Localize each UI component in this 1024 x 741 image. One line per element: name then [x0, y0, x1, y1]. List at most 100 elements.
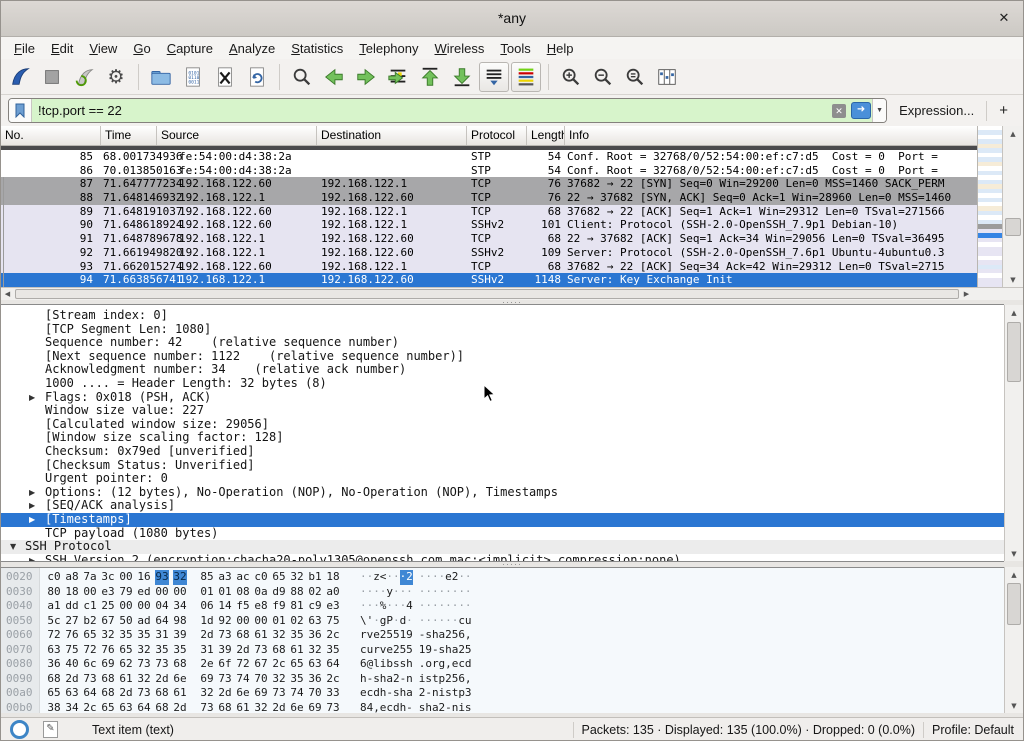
hscrollbar-thumb[interactable]	[15, 289, 959, 299]
detail-line[interactable]: TCP payload (1080 bytes)	[1, 527, 1004, 541]
start-capture-button[interactable]	[5, 62, 35, 92]
menu-capture[interactable]: Capture	[159, 40, 221, 57]
packet-list-vscrollbar[interactable]: ▲ ▼	[1002, 126, 1023, 287]
reload-file-button[interactable]	[242, 62, 272, 92]
restart-capture-button[interactable]	[69, 62, 99, 92]
hex-row-0040[interactable]: 0040a1ddc125000004340614f5e8f981c9e3···%…	[1, 599, 1004, 614]
filter-apply-button[interactable]: ➜	[850, 99, 872, 122]
expander-closed-icon[interactable]: ▶	[29, 499, 35, 513]
colorize-toggle[interactable]	[511, 62, 541, 92]
zoom-reset-button[interactable]	[620, 62, 650, 92]
expander-closed-icon[interactable]: ▶	[29, 391, 35, 405]
column-header-time[interactable]: Time	[101, 126, 157, 145]
expert-info-icon[interactable]	[10, 720, 29, 739]
scroll-up-icon[interactable]: ▲	[1005, 305, 1023, 320]
stop-capture-button[interactable]	[37, 62, 67, 92]
filter-history-dropdown[interactable]: ▼	[872, 99, 886, 122]
save-file-button[interactable]: 010101100011	[178, 62, 208, 92]
packet-row-91[interactable]: 9171.648789678192.168.122.1192.168.122.6…	[1, 232, 977, 246]
packet-row-90[interactable]: 9071.648618924192.168.122.60192.168.122.…	[1, 218, 977, 232]
expander-open-icon[interactable]: ▼	[10, 540, 16, 554]
column-header-info[interactable]: Info	[565, 126, 977, 145]
detail-line[interactable]: [Next sequence number: 1122 (relative se…	[1, 350, 1004, 364]
open-file-button[interactable]	[146, 62, 176, 92]
add-filter-button[interactable]: +	[995, 102, 1016, 119]
scroll-up-icon[interactable]: ▲	[1005, 567, 1023, 582]
detail-line[interactable]: 1000 .... = Header Length: 32 bytes (8)	[1, 377, 1004, 391]
column-header-length[interactable]: Length	[527, 126, 565, 145]
column-header-source[interactable]: Source	[157, 126, 317, 145]
packet-row-89[interactable]: 8971.648191037192.168.122.60192.168.122.…	[1, 205, 977, 219]
scrollbar-thumb[interactable]	[1005, 218, 1021, 236]
detail-line[interactable]: Urgent pointer: 0	[1, 472, 1004, 486]
detail-line[interactable]: Acknowledgment number: 34 (relative ack …	[1, 363, 1004, 377]
go-bottom-button[interactable]	[447, 62, 477, 92]
expander-closed-icon[interactable]: ▶	[29, 513, 35, 527]
hex-row-0070[interactable]: 0070637572766532353531392d7368613235curv…	[1, 643, 1004, 658]
detail-line[interactable]: ▼SSH Protocol	[1, 540, 1004, 554]
packet-row-94[interactable]: 9471.663856741192.168.122.1192.168.122.6…	[1, 273, 977, 287]
auto-scroll-toggle[interactable]	[479, 62, 509, 92]
go-back-button[interactable]	[319, 62, 349, 92]
filter-bookmark-button[interactable]	[9, 99, 32, 122]
title-bar[interactable]: *any ✕	[0, 0, 1024, 37]
filter-clear-button[interactable]: ✕	[828, 99, 850, 122]
go-to-packet-button[interactable]	[383, 62, 413, 92]
hex-row-0080[interactable]: 008036406c69627373682e6f72672c6563646@li…	[1, 657, 1004, 672]
detail-line[interactable]: ▶Flags: 0x018 (PSH, ACK)	[1, 391, 1004, 405]
capture-options-button[interactable]: ⚙	[101, 62, 131, 92]
menu-statistics[interactable]: Statistics	[283, 40, 351, 57]
detail-line[interactable]: ▶Options: (12 bytes), No-Operation (NOP)…	[1, 486, 1004, 500]
menu-tools[interactable]: Tools	[492, 40, 538, 57]
detail-line[interactable]: ▶[SEQ/ACK analysis]	[1, 499, 1004, 513]
detail-line[interactable]: Sequence number: 42 (relative sequence n…	[1, 336, 1004, 350]
hex-row-00b0[interactable]: 00b038342c656364682d736861322d6e697384,e…	[1, 701, 1004, 714]
expression-button[interactable]: Expression...	[895, 103, 978, 118]
zoom-out-button[interactable]	[588, 62, 618, 92]
packet-row-85[interactable]: 8568.001734936fe:54:00:d4:38:2aSTP54Conf…	[1, 150, 977, 164]
scroll-left-icon[interactable]: ◀	[1, 290, 14, 298]
scrollbar-thumb[interactable]	[1007, 322, 1021, 382]
scroll-down-icon[interactable]: ▼	[1005, 546, 1023, 561]
menu-go[interactable]: Go	[125, 40, 158, 57]
hex-vscrollbar[interactable]: ▲ ▼	[1004, 567, 1023, 713]
expander-closed-icon[interactable]: ▶	[29, 554, 35, 562]
packet-row-86[interactable]: 8670.013850163fe:54:00:d4:38:2aSTP54Conf…	[1, 164, 977, 178]
detail-line[interactable]: [TCP Segment Len: 1080]	[1, 323, 1004, 337]
menu-edit[interactable]: Edit	[43, 40, 81, 57]
column-header-no[interactable]: No.	[1, 126, 101, 145]
scroll-up-icon[interactable]: ▲	[1003, 126, 1023, 141]
go-forward-button[interactable]	[351, 62, 381, 92]
menu-telephony[interactable]: Telephony	[351, 40, 426, 57]
menu-analyze[interactable]: Analyze	[221, 40, 283, 57]
detail-line[interactable]: Window size value: 227	[1, 404, 1004, 418]
resize-columns-button[interactable]	[652, 62, 682, 92]
detail-line[interactable]: Checksum: 0x79ed [unverified]	[1, 445, 1004, 459]
detail-vscrollbar[interactable]: ▲ ▼	[1004, 305, 1023, 561]
hex-row-0030[interactable]: 0030801800e379ed00000101080ad98802a0····…	[1, 585, 1004, 600]
zoom-in-button[interactable]	[556, 62, 586, 92]
detail-line[interactable]: [Calculated window size: 29056]	[1, 418, 1004, 432]
scrollbar-thumb[interactable]	[1007, 583, 1021, 625]
hex-row-00a0[interactable]: 00a0656364682d736861322d6e6973747033ecdh…	[1, 686, 1004, 701]
menu-file[interactable]: File	[6, 40, 43, 57]
packet-row-87[interactable]: 8771.647777234192.168.122.60192.168.122.…	[1, 177, 977, 191]
menu-wireless[interactable]: Wireless	[427, 40, 493, 57]
hex-row-0050[interactable]: 00505c27b26750ad64981d92000001026375\'·g…	[1, 614, 1004, 629]
packet-row-92[interactable]: 9271.661949820192.168.122.1192.168.122.6…	[1, 246, 977, 260]
find-packet-button[interactable]	[287, 62, 317, 92]
packet-row-93[interactable]: 9371.662015274192.168.122.60192.168.122.…	[1, 260, 977, 274]
detail-line[interactable]: [Stream index: 0]	[1, 309, 1004, 323]
detail-line[interactable]: [Window size scaling factor: 128]	[1, 431, 1004, 445]
menu-view[interactable]: View	[81, 40, 125, 57]
detail-line[interactable]: ▶[Timestamps]	[1, 513, 1004, 527]
go-top-button[interactable]	[415, 62, 445, 92]
scroll-down-icon[interactable]: ▼	[1005, 698, 1023, 713]
menu-help[interactable]: Help	[539, 40, 582, 57]
close-file-button[interactable]	[210, 62, 240, 92]
hex-row-0060[interactable]: 006072766532353531392d7368613235362crve2…	[1, 628, 1004, 643]
hex-row-0020[interactable]: 0020c0a87a3c0016933285a3acc06532b118··z<…	[1, 570, 1004, 585]
expander-closed-icon[interactable]: ▶	[29, 486, 35, 500]
display-filter-input[interactable]	[32, 99, 828, 122]
scroll-right-icon[interactable]: ▶	[960, 290, 973, 298]
